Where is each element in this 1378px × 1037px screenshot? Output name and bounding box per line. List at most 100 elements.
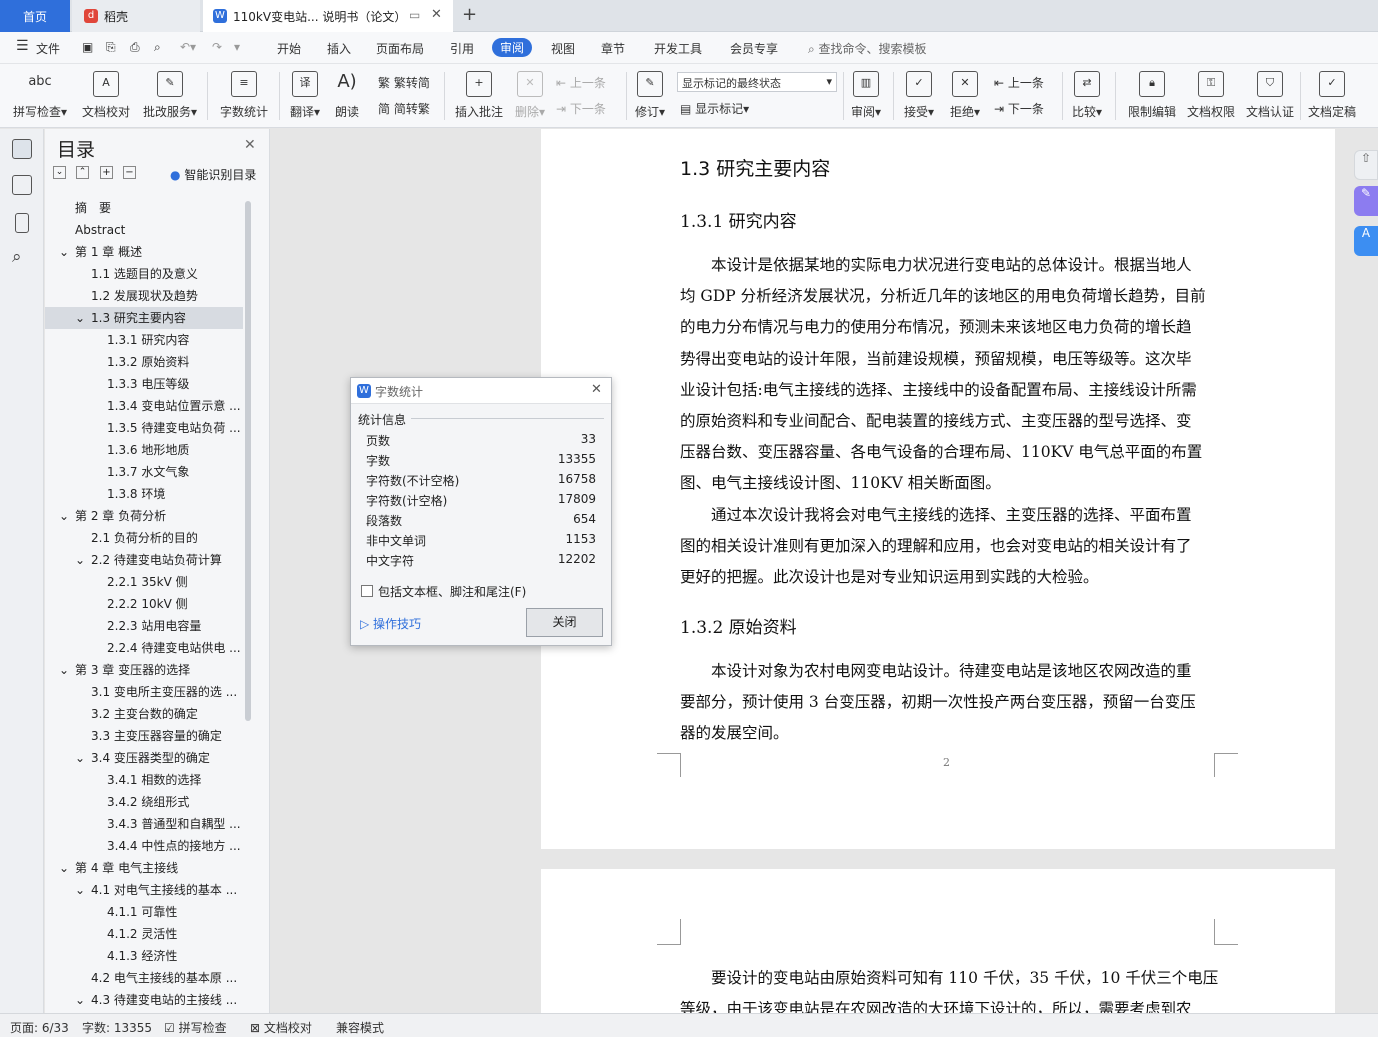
toc-item[interactable]: ⌄ 第 4 章 电气主接线 bbox=[45, 857, 243, 879]
close-pane-icon[interactable]: ✕ bbox=[244, 137, 256, 153]
hamburger-icon[interactable]: ☰ bbox=[16, 38, 29, 54]
show-markup-button[interactable]: ▤ 显示标记▾ bbox=[680, 100, 749, 117]
prev-revision-button[interactable]: ⇤ 上一条 bbox=[994, 74, 1044, 91]
chevron-down-icon[interactable]: ⌄ bbox=[75, 747, 85, 769]
chapter-nav-icon[interactable] bbox=[12, 175, 32, 195]
word-count-button[interactable]: ≡ 字数统计 bbox=[216, 69, 272, 120]
toc-item[interactable]: 1.3.5 待建变电站负荷 ... bbox=[45, 417, 243, 439]
toc-item[interactable]: 2.1 负荷分析的目的 bbox=[45, 527, 243, 549]
read-aloud-button[interactable]: A) 朗读 bbox=[330, 69, 364, 120]
revise-button[interactable]: ✎ 修订▾ bbox=[632, 69, 668, 120]
toc-item[interactable]: 3.4.1 相数的选择 bbox=[45, 769, 243, 791]
toc-item[interactable]: ⌄ 1.3 研究主要内容 bbox=[45, 307, 243, 329]
menu-review[interactable]: 审阅 bbox=[492, 38, 533, 57]
toc-item[interactable]: 3.4.3 普通型和自耦型 ... bbox=[45, 813, 243, 835]
menu-start[interactable]: 开始 bbox=[277, 40, 301, 57]
toc-item[interactable]: 3.4.4 中性点的接地方 ... bbox=[45, 835, 243, 857]
tab-home[interactable]: 首页 bbox=[0, 0, 70, 32]
menu-view[interactable]: 视图 bbox=[551, 40, 575, 57]
add-heading-icon[interactable]: + bbox=[100, 166, 113, 179]
menu-chapter[interactable]: 章节 bbox=[601, 40, 625, 57]
accept-button[interactable]: ✓ 接受▾ bbox=[900, 69, 938, 120]
word-count-indicator[interactable]: 字数: 13355 bbox=[82, 1019, 152, 1036]
tips-link[interactable]: ▷ 操作技巧 bbox=[360, 615, 421, 632]
compare-button[interactable]: ⇄ 比较▾ bbox=[1068, 69, 1106, 120]
preview-icon[interactable]: ⌕ bbox=[154, 40, 161, 55]
toc-item[interactable]: 2.2.2 10kV 侧 bbox=[45, 593, 243, 615]
new-tab-icon[interactable]: + bbox=[462, 4, 477, 25]
menu-insert[interactable]: 插入 bbox=[327, 40, 351, 57]
menu-reference[interactable]: 引用 bbox=[450, 40, 474, 57]
chevron-down-icon[interactable]: ⌄ bbox=[59, 241, 69, 263]
chevron-down-icon[interactable]: ⌄ bbox=[75, 879, 85, 901]
batch-service-button[interactable]: ✎ 批改服务▾ bbox=[140, 69, 200, 120]
next-comment-button[interactable]: ⇥ 下一条 bbox=[556, 100, 606, 117]
next-revision-button[interactable]: ⇥ 下一条 bbox=[994, 100, 1044, 117]
page-indicator[interactable]: 页面: 6/33 bbox=[10, 1019, 69, 1036]
smart-toc-button[interactable]: ● 智能识别目录 bbox=[170, 166, 256, 183]
toc-item[interactable]: 1.3.3 电压等级 bbox=[45, 373, 243, 395]
toc-item[interactable]: ⌄ 4.1 对电气主接线的基本 ... bbox=[45, 879, 243, 901]
toc-item[interactable]: 4.2 电气主接线的基本原 ... bbox=[45, 967, 243, 989]
close-tab-icon[interactable]: ✕ bbox=[431, 7, 442, 22]
insert-comment-button[interactable]: + 插入批注 bbox=[452, 69, 506, 120]
more-icon[interactable]: ▾ bbox=[234, 40, 240, 54]
toc-item[interactable]: 3.3 主变压器容量的确定 bbox=[45, 725, 243, 747]
toc-item[interactable]: ⌄ 第 3 章 变压器的选择 bbox=[45, 659, 243, 681]
toc-item[interactable]: 2.2.4 待建变电站供电 ... bbox=[45, 637, 243, 659]
close-button[interactable]: 关闭 bbox=[526, 608, 603, 637]
toc-item[interactable]: 摘 要 bbox=[45, 197, 243, 219]
toc-item[interactable]: ⌄ 第 2 章 负荷分析 bbox=[45, 505, 243, 527]
toc-item[interactable]: 3.1 变电所主变压器的选 ... bbox=[45, 681, 243, 703]
chevron-down-icon[interactable]: ⌄ bbox=[59, 659, 69, 681]
save-icon[interactable]: ▣ bbox=[82, 40, 93, 54]
toc-item[interactable]: Abstract bbox=[45, 219, 243, 241]
undo-icon[interactable]: ↶▾ bbox=[180, 40, 196, 54]
spell-check-status[interactable]: ☑ 拼写检查 bbox=[164, 1019, 227, 1036]
doc-permission-button[interactable]: ⚿ 文档权限 bbox=[1184, 69, 1238, 120]
toc-item[interactable]: 1.3.7 水文气象 bbox=[45, 461, 243, 483]
toc-item[interactable]: 1.3.2 原始资料 bbox=[45, 351, 243, 373]
toc-item[interactable]: 1.3.8 环境 bbox=[45, 483, 243, 505]
toc-item[interactable]: 1.3.1 研究内容 bbox=[45, 329, 243, 351]
toc-item[interactable]: ⌄ 3.4 变压器类型的确定 bbox=[45, 747, 243, 769]
chevron-down-icon[interactable]: ⌄ bbox=[75, 307, 85, 329]
dialog-titlebar[interactable]: W 字数统计 ✕ bbox=[351, 378, 611, 404]
menu-file[interactable]: 文件 bbox=[36, 40, 60, 57]
print-icon[interactable]: ⎙ bbox=[130, 40, 140, 55]
simp-to-trad-button[interactable]: 简 简转繁 bbox=[378, 100, 430, 117]
doc-proof-status[interactable]: ⊠ 文档校对 bbox=[250, 1019, 312, 1036]
redo-icon[interactable]: ↷ bbox=[212, 40, 222, 54]
toc-item[interactable]: ⌄ 4.3 待建变电站的主接线 ... bbox=[45, 989, 243, 1011]
include-footnotes-checkbox[interactable] bbox=[361, 585, 373, 597]
toc-item[interactable]: 1.3.6 地形地质 bbox=[45, 439, 243, 461]
assistant-icon[interactable]: ✎ bbox=[1354, 186, 1378, 216]
tab-document[interactable]: W 110kV变电站... 说明书（论文） ▭ ✕ bbox=[203, 0, 453, 32]
toc-item[interactable]: 4.1.1 可靠性 bbox=[45, 901, 243, 923]
toc-item[interactable]: 1.3.4 变电站位置示意 ... bbox=[45, 395, 243, 417]
toc-panel-icon[interactable] bbox=[12, 139, 32, 159]
bookmark-icon[interactable] bbox=[15, 213, 29, 233]
toc-item[interactable]: 2.2.1 35kV 侧 bbox=[45, 571, 243, 593]
search-icon[interactable]: ⌕ bbox=[12, 247, 22, 267]
close-icon[interactable]: ✕ bbox=[591, 382, 602, 397]
toc-item[interactable]: 4.1.3 经济性 bbox=[45, 945, 243, 967]
toc-item[interactable]: 1.2 发展现状及趋势 bbox=[45, 285, 243, 307]
expand-up-icon[interactable]: ⌃ bbox=[76, 166, 89, 179]
prev-comment-button[interactable]: ⇤ 上一条 bbox=[556, 74, 606, 91]
tab-daoke[interactable]: d 稻壳 bbox=[72, 0, 200, 32]
include-footnotes-label[interactable]: 包括文本框、脚注和尾注(F) bbox=[378, 583, 526, 600]
remove-heading-icon[interactable]: − bbox=[123, 166, 136, 179]
menu-developer[interactable]: 开发工具 bbox=[654, 40, 702, 57]
menu-search[interactable]: ⌕ 查找命令、搜索模板 bbox=[808, 40, 927, 57]
collapse-all-icon[interactable]: ⌄ bbox=[53, 166, 66, 179]
toc-item[interactable]: 3.2 主变台数的确定 bbox=[45, 703, 243, 725]
chevron-down-icon[interactable]: ⌄ bbox=[75, 989, 85, 1011]
toc-item[interactable]: ⌄ 2.2 待建变电站负荷计算 bbox=[45, 549, 243, 571]
menu-layout[interactable]: 页面布局 bbox=[376, 40, 424, 57]
float-window-icon[interactable]: ▭ bbox=[409, 8, 420, 22]
review-pane-button[interactable]: ▥ 审阅▾ bbox=[848, 69, 884, 120]
chevron-down-icon[interactable]: ⌄ bbox=[59, 505, 69, 527]
markup-display-select[interactable]: 显示标记的最终状态 ▾ bbox=[677, 72, 837, 92]
toc-item[interactable]: 3.4.2 绕组形式 bbox=[45, 791, 243, 813]
